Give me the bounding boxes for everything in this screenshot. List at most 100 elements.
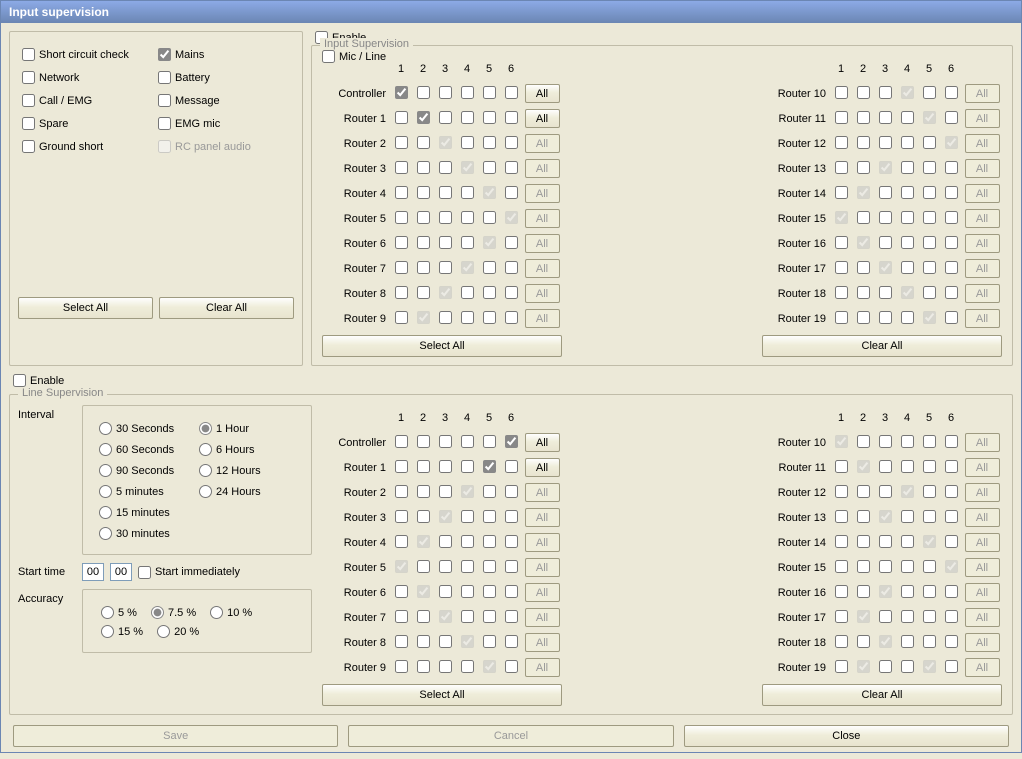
router-checkbox[interactable] (505, 460, 518, 473)
router-checkbox[interactable] (417, 136, 430, 149)
router-checkbox[interactable] (439, 211, 452, 224)
router-checkbox[interactable] (439, 660, 452, 673)
router-checkbox[interactable] (835, 635, 848, 648)
router-checkbox[interactable] (483, 610, 496, 623)
router-checkbox[interactable] (945, 485, 958, 498)
accuracy-option[interactable]: 5 % (101, 606, 137, 619)
chk-emg-mic[interactable]: EMG mic (158, 117, 290, 130)
router-checkbox[interactable] (439, 236, 452, 249)
grid-clear-all[interactable]: Clear All (762, 684, 1002, 706)
router-checkbox[interactable] (901, 211, 914, 224)
router-checkbox[interactable] (505, 560, 518, 573)
interval-option[interactable]: 24 Hours (199, 485, 295, 498)
router-checkbox[interactable] (395, 485, 408, 498)
router-checkbox[interactable] (505, 635, 518, 648)
router-checkbox[interactable] (395, 535, 408, 548)
router-checkbox[interactable] (857, 435, 870, 448)
router-checkbox[interactable] (945, 535, 958, 548)
router-checkbox[interactable] (417, 435, 430, 448)
router-checkbox[interactable] (461, 111, 474, 124)
router-checkbox[interactable] (395, 286, 408, 299)
router-checkbox[interactable] (857, 485, 870, 498)
router-checkbox[interactable] (879, 211, 892, 224)
router-checkbox[interactable] (461, 86, 474, 99)
router-checkbox[interactable] (439, 311, 452, 324)
router-checkbox[interactable] (857, 261, 870, 274)
router-checkbox[interactable] (483, 585, 496, 598)
router-checkbox[interactable] (417, 510, 430, 523)
router-checkbox[interactable] (395, 86, 408, 99)
router-checkbox[interactable] (483, 535, 496, 548)
router-checkbox[interactable] (395, 211, 408, 224)
router-checkbox[interactable] (835, 86, 848, 99)
router-checkbox[interactable] (505, 485, 518, 498)
router-checkbox[interactable] (945, 660, 958, 673)
router-checkbox[interactable] (901, 610, 914, 623)
router-checkbox[interactable] (505, 435, 518, 448)
router-checkbox[interactable] (835, 510, 848, 523)
router-checkbox[interactable] (945, 261, 958, 274)
chk-mains[interactable]: Mains (158, 48, 290, 61)
router-all-button[interactable]: All (525, 458, 560, 477)
router-checkbox[interactable] (879, 136, 892, 149)
router-checkbox[interactable] (835, 535, 848, 548)
router-checkbox[interactable] (417, 610, 430, 623)
interval-option[interactable]: 30 minutes (99, 527, 195, 540)
router-checkbox[interactable] (857, 136, 870, 149)
router-checkbox[interactable] (901, 261, 914, 274)
router-checkbox[interactable] (835, 560, 848, 573)
router-checkbox[interactable] (417, 161, 430, 174)
router-checkbox[interactable] (901, 510, 914, 523)
router-checkbox[interactable] (901, 635, 914, 648)
router-checkbox[interactable] (395, 136, 408, 149)
router-checkbox[interactable] (461, 460, 474, 473)
accuracy-option[interactable]: 20 % (157, 625, 199, 638)
router-checkbox[interactable] (923, 136, 936, 149)
router-checkbox[interactable] (505, 585, 518, 598)
start-min-input[interactable] (110, 563, 132, 581)
router-checkbox[interactable] (945, 186, 958, 199)
router-checkbox[interactable] (461, 435, 474, 448)
router-checkbox[interactable] (461, 236, 474, 249)
chk-network[interactable]: Network (22, 71, 154, 84)
router-checkbox[interactable] (945, 111, 958, 124)
accuracy-option[interactable]: 7.5 % (151, 606, 196, 619)
router-checkbox[interactable] (395, 660, 408, 673)
router-checkbox[interactable] (461, 311, 474, 324)
router-checkbox[interactable] (835, 136, 848, 149)
router-checkbox[interactable] (505, 261, 518, 274)
router-checkbox[interactable] (923, 510, 936, 523)
router-all-button[interactable]: All (525, 433, 560, 452)
categories-select-all[interactable]: Select All (18, 297, 153, 319)
router-checkbox[interactable] (483, 111, 496, 124)
router-checkbox[interactable] (879, 485, 892, 498)
router-checkbox[interactable] (923, 86, 936, 99)
router-checkbox[interactable] (439, 560, 452, 573)
router-checkbox[interactable] (439, 261, 452, 274)
router-checkbox[interactable] (395, 510, 408, 523)
router-checkbox[interactable] (923, 261, 936, 274)
router-checkbox[interactable] (395, 635, 408, 648)
router-checkbox[interactable] (923, 635, 936, 648)
grid-select-all[interactable]: Select All (322, 335, 562, 357)
router-checkbox[interactable] (461, 136, 474, 149)
router-checkbox[interactable] (439, 435, 452, 448)
router-checkbox[interactable] (879, 86, 892, 99)
router-checkbox[interactable] (857, 635, 870, 648)
router-checkbox[interactable] (901, 535, 914, 548)
router-checkbox[interactable] (395, 161, 408, 174)
router-checkbox[interactable] (439, 585, 452, 598)
router-checkbox[interactable] (923, 286, 936, 299)
router-checkbox[interactable] (505, 236, 518, 249)
router-checkbox[interactable] (439, 535, 452, 548)
router-checkbox[interactable] (439, 186, 452, 199)
router-checkbox[interactable] (395, 261, 408, 274)
router-checkbox[interactable] (879, 236, 892, 249)
router-checkbox[interactable] (901, 111, 914, 124)
router-checkbox[interactable] (945, 585, 958, 598)
interval-option[interactable]: 12 Hours (199, 464, 295, 477)
interval-option[interactable]: 60 Seconds (99, 443, 195, 456)
router-all-button[interactable]: All (525, 109, 560, 128)
router-checkbox[interactable] (395, 186, 408, 199)
router-checkbox[interactable] (505, 610, 518, 623)
